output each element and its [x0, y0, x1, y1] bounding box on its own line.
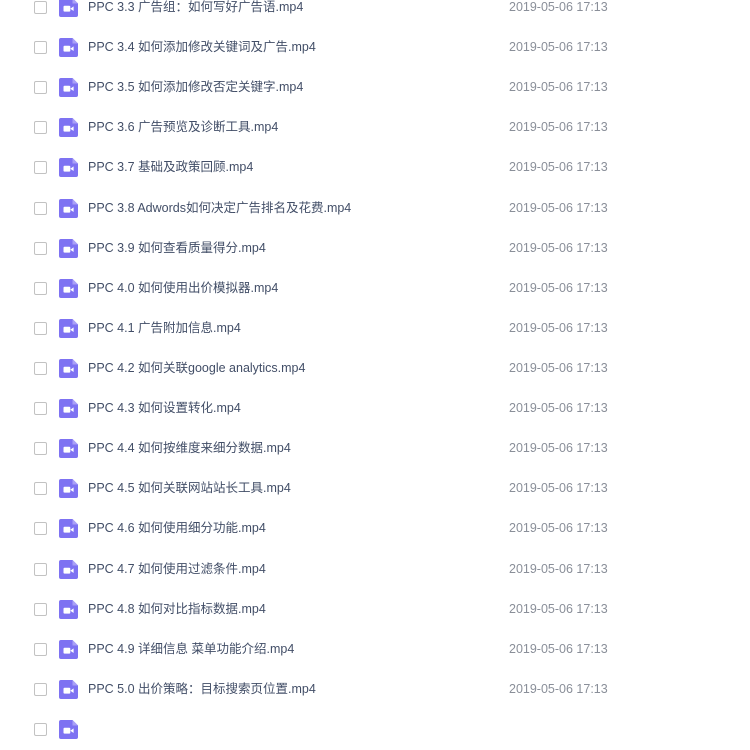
video-file-icon — [59, 479, 78, 499]
file-modified-date: 2019-05-06 17:13 — [509, 360, 608, 375]
select-checkbox[interactable] — [34, 482, 47, 496]
video-file-icon — [59, 0, 78, 17]
file-modified-date: 2019-05-06 17:13 — [509, 240, 608, 255]
select-checkbox[interactable] — [34, 522, 47, 536]
select-checkbox[interactable] — [34, 81, 47, 95]
file-row[interactable]: PPC 4.3 如何设置转化.mp4 2019-05-06 17:13 — [0, 389, 750, 429]
video-file-icon — [59, 38, 78, 58]
file-name[interactable]: PPC 3.6 广告预览及诊断工具.mp4 — [88, 119, 278, 135]
video-file-icon — [59, 399, 78, 419]
video-file-icon — [59, 118, 78, 138]
file-name[interactable]: PPC 3.7 基础及政策回顾.mp4 — [88, 159, 253, 175]
file-name[interactable]: PPC 4.3 如何设置转化.mp4 — [88, 400, 241, 416]
video-file-icon — [59, 519, 78, 539]
video-file-icon — [59, 719, 78, 739]
file-name[interactable]: PPC 4.1 广告附加信息.mp4 — [88, 320, 241, 336]
file-name[interactable]: PPC 4.4 如何按维度来细分数据.mp4 — [88, 440, 291, 456]
select-checkbox[interactable] — [34, 121, 47, 135]
file-name[interactable]: PPC 4.8 如何对比指标数据.mp4 — [88, 601, 266, 617]
file-modified-date: 2019-05-06 17:13 — [509, 601, 608, 616]
select-checkbox[interactable] — [34, 682, 47, 696]
file-row[interactable]: PPC 4.1 广告附加信息.mp4 2019-05-06 17:13 — [0, 309, 750, 349]
file-name[interactable]: PPC 3.9 如何查看质量得分.mp4 — [88, 240, 266, 256]
file-name[interactable]: PPC 3.3 广告组：如何写好广告语.mp4 — [88, 0, 303, 15]
file-row[interactable]: PPC 3.8 Adwords如何决定广告排名及花费.mp4 2019-05-0… — [0, 189, 750, 229]
file-row[interactable]: PPC 3.5 如何添加修改否定关键字.mp4 2019-05-06 17:13 — [0, 68, 750, 108]
file-row[interactable]: PPC 4.6 如何使用细分功能.mp4 2019-05-06 17:13 — [0, 509, 750, 549]
file-row[interactable]: PPC 4.0 如何使用出价模拟器.mp4 2019-05-06 17:13 — [0, 269, 750, 309]
file-row[interactable]: PPC 3.3 广告组：如何写好广告语.mp4 2019-05-06 17:13 — [0, 0, 750, 28]
file-name[interactable]: PPC 3.4 如何添加修改关键词及广告.mp4 — [88, 39, 316, 55]
select-checkbox[interactable] — [34, 361, 47, 375]
file-row[interactable]: PPC 4.9 详细信息 菜单功能介绍.mp4 2019-05-06 17:13 — [0, 630, 750, 670]
file-row[interactable]: PPC 4.5 如何关联网站站长工具.mp4 2019-05-06 17:13 — [0, 469, 750, 509]
file-modified-date: 2019-05-06 17:13 — [509, 521, 608, 536]
file-name[interactable]: PPC 4.7 如何使用过滤条件.mp4 — [88, 561, 266, 577]
file-row[interactable] — [0, 710, 750, 750]
file-modified-date: 2019-05-06 17:13 — [509, 441, 608, 456]
file-modified-date: 2019-05-06 17:13 — [509, 681, 608, 696]
file-row[interactable]: PPC 4.4 如何按维度来细分数据.mp4 2019-05-06 17:13 — [0, 429, 750, 469]
file-name[interactable]: PPC 4.2 如何关联google analytics.mp4 — [88, 360, 305, 376]
file-modified-date: 2019-05-06 17:13 — [509, 401, 608, 416]
select-checkbox[interactable] — [34, 442, 47, 456]
select-checkbox[interactable] — [34, 161, 47, 175]
select-checkbox[interactable] — [34, 402, 47, 416]
file-modified-date: 2019-05-06 17:13 — [509, 200, 608, 215]
select-checkbox[interactable] — [34, 201, 47, 215]
file-modified-date: 2019-05-06 17:13 — [509, 641, 608, 656]
video-file-icon — [59, 318, 78, 338]
select-checkbox[interactable] — [34, 281, 47, 295]
video-file-icon — [59, 679, 78, 699]
file-modified-date: 2019-05-06 17:13 — [509, 561, 608, 576]
file-modified-date: 2019-05-06 17:13 — [509, 280, 608, 295]
video-file-icon — [59, 158, 78, 178]
file-row[interactable]: PPC 3.6 广告预览及诊断工具.mp4 2019-05-06 17:13 — [0, 108, 750, 148]
file-row[interactable]: PPC 4.2 如何关联google analytics.mp4 2019-05… — [0, 349, 750, 389]
video-file-icon — [59, 559, 78, 579]
file-name[interactable]: PPC 4.6 如何使用细分功能.mp4 — [88, 520, 266, 536]
file-modified-date: 2019-05-06 17:13 — [509, 160, 608, 175]
file-modified-date: 2019-05-06 17:13 — [509, 481, 608, 496]
select-checkbox[interactable] — [34, 41, 47, 55]
file-row[interactable]: PPC 3.7 基础及政策回顾.mp4 2019-05-06 17:13 — [0, 148, 750, 188]
video-file-icon — [59, 599, 78, 619]
video-file-icon — [59, 278, 78, 298]
file-name[interactable]: PPC 4.0 如何使用出价模拟器.mp4 — [88, 280, 278, 296]
select-checkbox[interactable] — [34, 722, 47, 736]
video-file-icon — [59, 439, 78, 459]
file-modified-date: 2019-05-06 17:13 — [509, 120, 608, 135]
select-checkbox[interactable] — [34, 321, 47, 335]
video-file-icon — [59, 639, 78, 659]
select-checkbox[interactable] — [34, 642, 47, 656]
file-name[interactable]: PPC 3.5 如何添加修改否定关键字.mp4 — [88, 79, 303, 95]
file-list: PPC 3.3 广告组：如何写好广告语.mp4 2019-05-06 17:13… — [0, 0, 750, 750]
file-modified-date: 2019-05-06 17:13 — [509, 40, 608, 55]
file-row[interactable]: PPC 3.9 如何查看质量得分.mp4 2019-05-06 17:13 — [0, 229, 750, 269]
select-checkbox[interactable] — [34, 562, 47, 576]
select-checkbox[interactable] — [34, 1, 47, 14]
file-name[interactable]: PPC 4.5 如何关联网站站长工具.mp4 — [88, 480, 291, 496]
select-checkbox[interactable] — [34, 241, 47, 255]
file-modified-date: 2019-05-06 17:13 — [509, 0, 608, 14]
file-row[interactable]: PPC 4.8 如何对比指标数据.mp4 2019-05-06 17:13 — [0, 590, 750, 630]
file-name[interactable]: PPC 4.9 详细信息 菜单功能介绍.mp4 — [88, 641, 294, 657]
file-name[interactable]: PPC 3.8 Adwords如何决定广告排名及花费.mp4 — [88, 200, 351, 216]
video-file-icon — [59, 358, 78, 378]
video-file-icon — [59, 238, 78, 258]
file-modified-date: 2019-05-06 17:13 — [509, 80, 608, 95]
file-name[interactable]: PPC 5.0 出价策略：目标搜索页位置.mp4 — [88, 681, 316, 697]
select-checkbox[interactable] — [34, 602, 47, 616]
file-row[interactable]: PPC 4.7 如何使用过滤条件.mp4 2019-05-06 17:13 — [0, 550, 750, 590]
video-file-icon — [59, 198, 78, 218]
video-file-icon — [59, 78, 78, 98]
file-row[interactable]: PPC 3.4 如何添加修改关键词及广告.mp4 2019-05-06 17:1… — [0, 28, 750, 68]
file-row[interactable]: PPC 5.0 出价策略：目标搜索页位置.mp4 2019-05-06 17:1… — [0, 670, 750, 710]
file-modified-date: 2019-05-06 17:13 — [509, 320, 608, 335]
